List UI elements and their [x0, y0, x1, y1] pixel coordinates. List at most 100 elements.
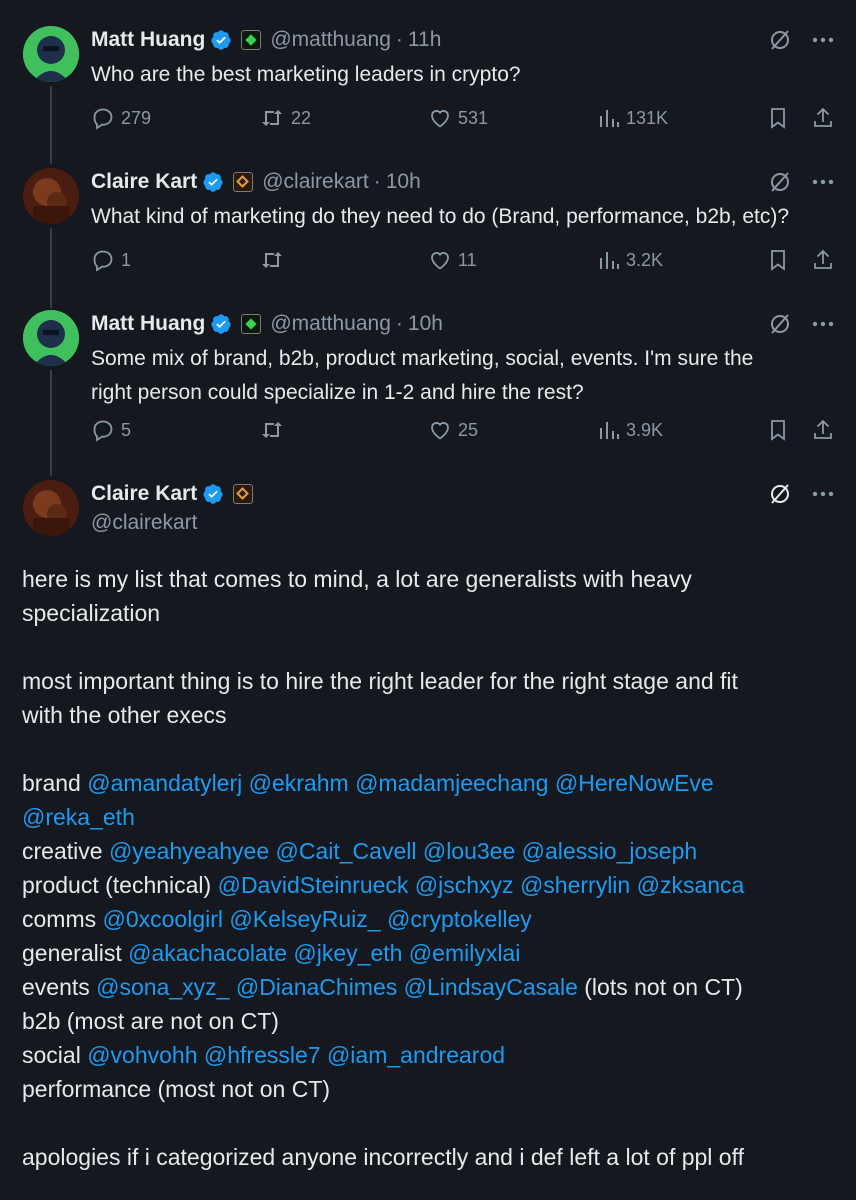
affiliate-badge-icon[interactable] [233, 172, 254, 192]
reply-button[interactable]: 1 [91, 248, 131, 272]
timestamp[interactable]: 10h [386, 170, 421, 194]
mention-links[interactable]: @amandatylerj @ekrahm @madamjeechang @He… [87, 770, 713, 796]
share-icon [811, 248, 835, 272]
tweet-text: Who are the best marketing leaders in cr… [91, 63, 521, 86]
affiliate-badge-icon[interactable] [233, 484, 254, 504]
bookmark-button[interactable] [767, 418, 789, 442]
share-icon [811, 418, 835, 442]
reply-icon [91, 248, 115, 272]
more-options-icon[interactable] [812, 37, 834, 43]
mention-links[interactable]: @yeahyeahyee @Cait_Cavell @lou3ee @aless… [109, 838, 697, 864]
like-count: 25 [458, 419, 479, 440]
mention-links[interactable]: @vohvohh @hfressle7 @iam_andrearod [87, 1042, 505, 1068]
tweet-text-line: Some mix of brand, b2b, product marketin… [91, 347, 754, 370]
grok-icon[interactable] [768, 170, 792, 194]
author-handle[interactable]: @clairekart [91, 511, 198, 535]
avatar[interactable] [23, 310, 79, 366]
retweet-icon [259, 418, 285, 442]
timestamp[interactable]: 10h [408, 312, 443, 336]
body-line: with the other execs [22, 702, 227, 728]
category-label: generalist [22, 940, 129, 966]
avatar[interactable] [23, 26, 79, 82]
mention-links[interactable]: @DavidSteinrueck @jschxyz @sherrylin @zk… [218, 872, 745, 898]
retweet-count: 22 [291, 107, 312, 128]
creative-line: creative @yeahyeahyee @Cait_Cavell @lou3… [22, 834, 842, 868]
share-icon [811, 106, 835, 130]
bookmark-button[interactable] [767, 106, 789, 130]
separator: · [395, 312, 403, 335]
avatar[interactable] [23, 480, 79, 536]
share-button[interactable] [811, 106, 835, 130]
tweet-text: What kind of marketing do they need to d… [91, 205, 790, 228]
generalist-line: generalist @akachacolate @jkey_eth @emil… [22, 936, 842, 970]
category-label: comms [22, 906, 103, 932]
author-name[interactable]: Claire Kart [91, 170, 197, 194]
body-line: specialization [22, 600, 161, 626]
reply-icon [91, 418, 115, 442]
views-button[interactable]: 131K [598, 106, 668, 130]
brand-line: brand @amandatylerj @ekrahm @madamjeecha… [22, 766, 842, 800]
brand-line-cont: @reka_eth [22, 800, 842, 834]
retweet-icon [259, 106, 285, 130]
tweet[interactable]: Matt Huang @matthuang · 10h Some mix of … [0, 310, 856, 460]
main-tweet[interactable]: Claire Kart @clairekart here is my list … [0, 480, 856, 1200]
apologies-line: apologies if i categorized anyone incorr… [22, 1144, 744, 1170]
separator: · [373, 170, 381, 193]
comms-line: comms @0xcoolgirl @KelseyRuiz_ @cryptoke… [22, 902, 842, 936]
retweet-button[interactable] [259, 418, 291, 442]
category-label: social [22, 1042, 88, 1068]
retweet-button[interactable]: 22 [259, 106, 311, 130]
mention-links[interactable]: @0xcoolgirl @KelseyRuiz_ @cryptokelley [103, 906, 532, 932]
verified-badge-icon [210, 313, 232, 335]
share-button[interactable] [811, 418, 835, 442]
views-button[interactable]: 3.9K [598, 418, 663, 442]
like-count: 531 [458, 107, 489, 128]
retweet-button[interactable] [259, 248, 291, 272]
reply-button[interactable]: 279 [91, 106, 151, 130]
views-count: 3.9K [626, 419, 664, 440]
author-handle[interactable]: @matthuang [270, 28, 391, 52]
author-handle[interactable]: @matthuang [270, 312, 391, 336]
bookmark-icon [767, 248, 789, 272]
like-button[interactable]: 531 [428, 106, 488, 130]
like-button[interactable]: 25 [428, 418, 478, 442]
mention-links[interactable]: @sona_xyz_ @DianaChimes @LindsayCasale [96, 974, 578, 1000]
grok-icon[interactable] [768, 312, 792, 336]
like-button[interactable]: 11 [428, 248, 477, 272]
bookmark-icon [767, 106, 789, 130]
grok-icon[interactable] [768, 28, 792, 52]
heart-icon [428, 106, 452, 130]
grok-icon[interactable] [768, 482, 792, 506]
author-name[interactable]: Claire Kart [91, 482, 197, 506]
tweet[interactable]: Matt Huang @matthuang · 11h Who are the … [0, 26, 856, 146]
retweet-icon [259, 248, 285, 272]
affiliate-badge-icon[interactable] [241, 314, 262, 334]
tweet[interactable]: Claire Kart @clairekart · 10h What kind … [0, 168, 856, 288]
author-name[interactable]: Matt Huang [91, 28, 205, 52]
tweet-text-line: right person could specialize in 1-2 and… [91, 381, 584, 404]
more-options-icon[interactable] [812, 491, 834, 497]
affiliate-badge-icon[interactable] [241, 30, 262, 50]
mention-links[interactable]: @akachacolate @jkey_eth @emilyxlai [128, 940, 520, 966]
verified-badge-icon [202, 483, 224, 505]
author-name[interactable]: Matt Huang [91, 312, 205, 336]
bookmark-button[interactable] [767, 248, 789, 272]
timestamp[interactable]: 11h [408, 28, 441, 52]
verified-badge-icon [210, 29, 232, 51]
events-line: events @sona_xyz_ @DianaChimes @LindsayC… [22, 970, 842, 1004]
mention-links[interactable]: @reka_eth [22, 804, 135, 830]
separator: · [395, 28, 403, 51]
category-label: product (technical) [22, 872, 218, 898]
views-button[interactable]: 3.2K [598, 248, 663, 272]
more-options-icon[interactable] [812, 179, 834, 185]
reply-button[interactable]: 5 [91, 418, 131, 442]
avatar[interactable] [23, 168, 79, 224]
views-icon [598, 418, 620, 442]
share-button[interactable] [811, 248, 835, 272]
views-icon [598, 248, 620, 272]
author-handle[interactable]: @clairekart [262, 170, 369, 194]
social-line: social @vohvohh @hfressle7 @iam_andrearo… [22, 1038, 842, 1072]
views-icon [598, 106, 620, 130]
more-options-icon[interactable] [812, 321, 834, 327]
